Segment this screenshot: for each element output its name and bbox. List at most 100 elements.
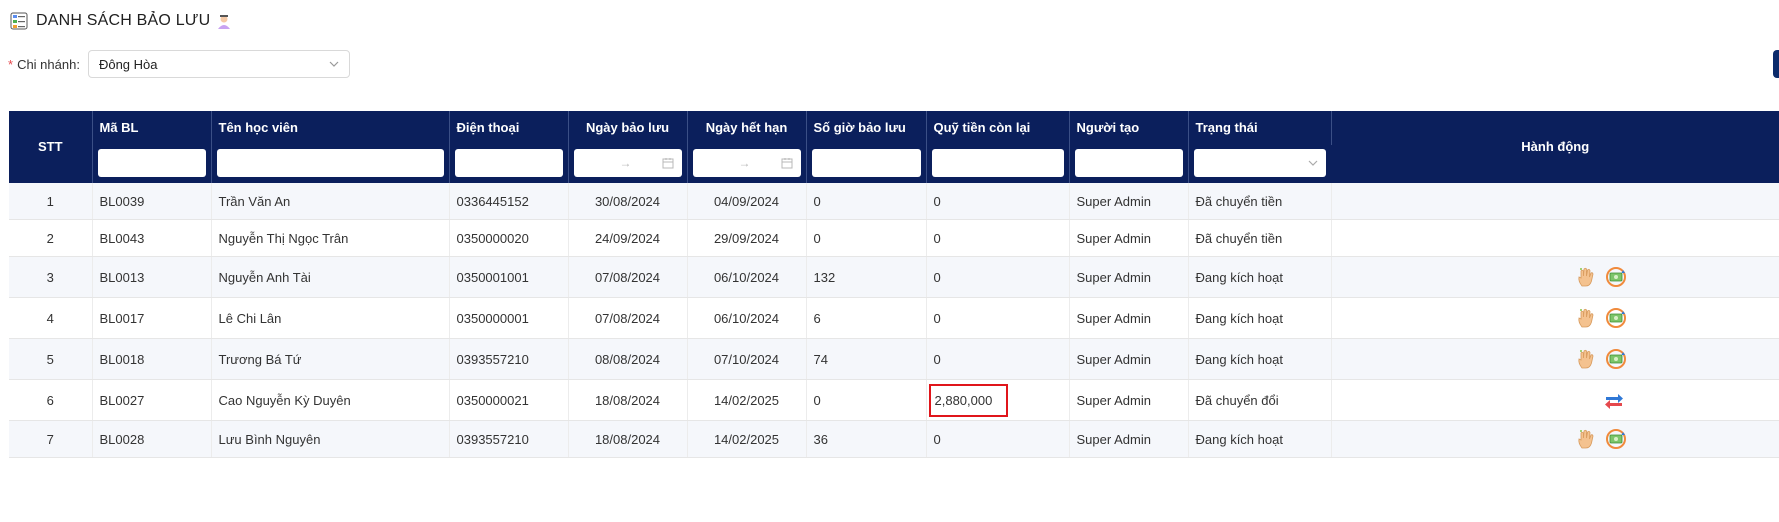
cell-ma-bl: BL0017	[92, 297, 212, 339]
filter-dien-thoai-input[interactable]	[454, 149, 563, 177]
cell-trang-thai: Đang kích hoạt	[1188, 338, 1332, 380]
cell-stt-value: 4	[46, 310, 54, 326]
cell-ngay-bao-luu: 18/08/2024	[568, 379, 688, 421]
cell-ma-bl-value: BL0039	[99, 193, 145, 209]
cell-trang-thai: Đã chuyển đổi	[1188, 379, 1332, 421]
filter-ma-bl-input[interactable]	[97, 149, 206, 177]
money-refund-icon[interactable]	[1605, 307, 1627, 329]
cell-actions	[1331, 297, 1779, 339]
cell-quy-tien: 0	[926, 338, 1070, 380]
money-refund-icon[interactable]	[1605, 428, 1627, 450]
cell-stt: 7	[9, 420, 93, 458]
cell-ma-bl: BL0039	[92, 183, 212, 220]
cell-dien-thoai-value: 0350000001	[456, 310, 529, 326]
money-refund-icon[interactable]	[1605, 348, 1627, 370]
col-quy-tien: Quỹ tiền còn lại	[926, 111, 1070, 145]
branch-label: Chi nhánh:	[17, 56, 80, 72]
hand-icon[interactable]	[1575, 348, 1597, 370]
cell-dien-thoai: 0350000001	[449, 297, 569, 339]
chevron-down-icon	[1308, 160, 1318, 166]
cell-dien-thoai-value: 0336445152	[456, 193, 529, 209]
cell-ngay-bao-luu: 08/08/2024	[568, 338, 688, 380]
range-arrow: →	[619, 156, 632, 170]
filter-nguoi-tao-input[interactable]	[1074, 149, 1183, 177]
cell-trang-thai: Đã chuyển tiền	[1188, 183, 1332, 220]
hand-icon[interactable]	[1575, 428, 1597, 450]
cell-ngay-het-han-value: 04/09/2024	[713, 193, 780, 209]
filter-quy-tien-input[interactable]	[931, 149, 1064, 177]
cell-stt-value: 2	[46, 230, 54, 246]
filter-ngay-het-han-range[interactable]: →	[692, 149, 801, 177]
table-row: 2 BL0043 Nguyễn Thị Ngọc Trân 0350000020 24/…	[9, 219, 1779, 257]
filter-ten-input[interactable]	[216, 149, 444, 177]
cell-nguoi-tao-value: Super Admin	[1076, 431, 1151, 447]
cell-ngay-bao-luu: 30/08/2024	[568, 183, 688, 220]
cell-nguoi-tao: Super Admin	[1069, 219, 1189, 257]
col-nguoi-tao: Người tạo	[1069, 111, 1189, 145]
cell-ngay-het-han-value: 07/10/2024	[713, 351, 780, 367]
money-refund-icon[interactable]	[1605, 266, 1627, 288]
cell-ngay-bao-luu-value: 24/09/2024	[594, 230, 661, 246]
hand-icon[interactable]	[1575, 266, 1597, 288]
cell-ngay-bao-luu-value: 18/08/2024	[594, 392, 661, 408]
offscreen-button-edge[interactable]	[1773, 50, 1779, 78]
cell-ma-bl: BL0027	[92, 379, 212, 421]
chevron-down-icon	[329, 61, 339, 67]
cell-ten-hoc-vien: Nguyễn Anh Tài	[211, 256, 450, 298]
branch-select[interactable]: Đông Hòa	[87, 50, 350, 78]
cell-ten-hoc-vien-value: Nguyễn Thị Ngọc Trân	[218, 230, 349, 246]
cell-dien-thoai: 0393557210	[449, 338, 569, 380]
cell-trang-thai-value: Đã chuyển tiền	[1195, 230, 1283, 246]
cell-ngay-bao-luu-value: 08/08/2024	[594, 351, 661, 367]
table-row: 1 BL0039 Trần Văn An 0336445152 30/08/2024 04…	[9, 183, 1779, 220]
table-row: 5 BL0018 Trương Bá Tứ 0393557210 08/08/2024 0…	[9, 338, 1779, 380]
cell-so-gio: 0	[806, 183, 927, 220]
cell-so-gio-value: 0	[813, 193, 821, 209]
cell-ma-bl-value: BL0018	[99, 351, 145, 367]
table-row: 6 BL0027 Cao Nguyễn Kỳ Duyên 0350000021 18/0…	[9, 379, 1779, 421]
cell-ma-bl-value: BL0028	[99, 431, 145, 447]
cell-stt: 1	[9, 183, 93, 220]
hand-icon[interactable]	[1575, 307, 1597, 329]
cell-quy-tien: 0	[926, 297, 1070, 339]
filter-so-gio-input[interactable]	[811, 149, 921, 177]
cell-dien-thoai-value: 0393557210	[456, 431, 529, 447]
cell-stt-value: 1	[46, 193, 54, 209]
col-ngay-het-han: Ngày hết hạn	[687, 111, 807, 145]
cell-ngay-het-han: 06/10/2024	[687, 256, 807, 298]
list-table-icon	[10, 12, 28, 30]
cell-trang-thai: Đang kích hoạt	[1188, 420, 1332, 458]
cell-ma-bl: BL0018	[92, 338, 212, 380]
filter-ngay-bao-luu-range[interactable]: →	[573, 149, 682, 177]
page-header: DANH SÁCH BẢO LƯU	[10, 12, 232, 30]
cell-stt: 4	[9, 297, 93, 339]
cell-ten-hoc-vien: Cao Nguyễn Kỳ Duyên	[211, 379, 450, 421]
cell-ngay-het-han: 14/02/2025	[687, 379, 807, 421]
cell-ngay-bao-luu-value: 07/08/2024	[594, 269, 661, 285]
col-ngay-bao-luu: Ngày bảo lưu	[568, 111, 688, 145]
table-row: 3 BL0013 Nguyễn Anh Tài 0350001001 07/08/202…	[9, 256, 1779, 298]
cell-ma-bl: BL0013	[92, 256, 212, 298]
cell-actions	[1331, 379, 1779, 421]
cell-quy-tien-value: 0	[933, 431, 941, 447]
cell-quy-tien: 0	[926, 420, 1070, 458]
cell-ma-bl-value: BL0027	[99, 392, 145, 408]
cell-nguoi-tao: Super Admin	[1069, 420, 1189, 458]
required-mark: *	[8, 56, 14, 72]
cell-trang-thai-value: Đang kích hoạt	[1195, 269, 1283, 285]
cell-ten-hoc-vien: Lê Chi Lân	[211, 297, 450, 339]
branch-filter: * Chi nhánh: Đông Hòa	[8, 50, 350, 78]
cell-nguoi-tao: Super Admin	[1069, 338, 1189, 380]
cell-trang-thai-value: Đã chuyển tiền	[1195, 193, 1283, 209]
cell-dien-thoai-value: 0350000020	[456, 230, 529, 246]
transfer-arrows-icon[interactable]	[1603, 389, 1625, 411]
cell-ma-bl: BL0028	[92, 420, 212, 458]
cell-nguoi-tao: Super Admin	[1069, 379, 1189, 421]
cell-stt-value: 5	[46, 351, 54, 367]
cell-nguoi-tao-value: Super Admin	[1076, 392, 1151, 408]
filter-trang-thai-select[interactable]	[1193, 149, 1326, 177]
cell-quy-tien-value: 0	[933, 351, 941, 367]
cell-nguoi-tao-value: Super Admin	[1076, 193, 1151, 209]
cell-nguoi-tao: Super Admin	[1069, 256, 1189, 298]
cell-nguoi-tao: Super Admin	[1069, 183, 1189, 220]
